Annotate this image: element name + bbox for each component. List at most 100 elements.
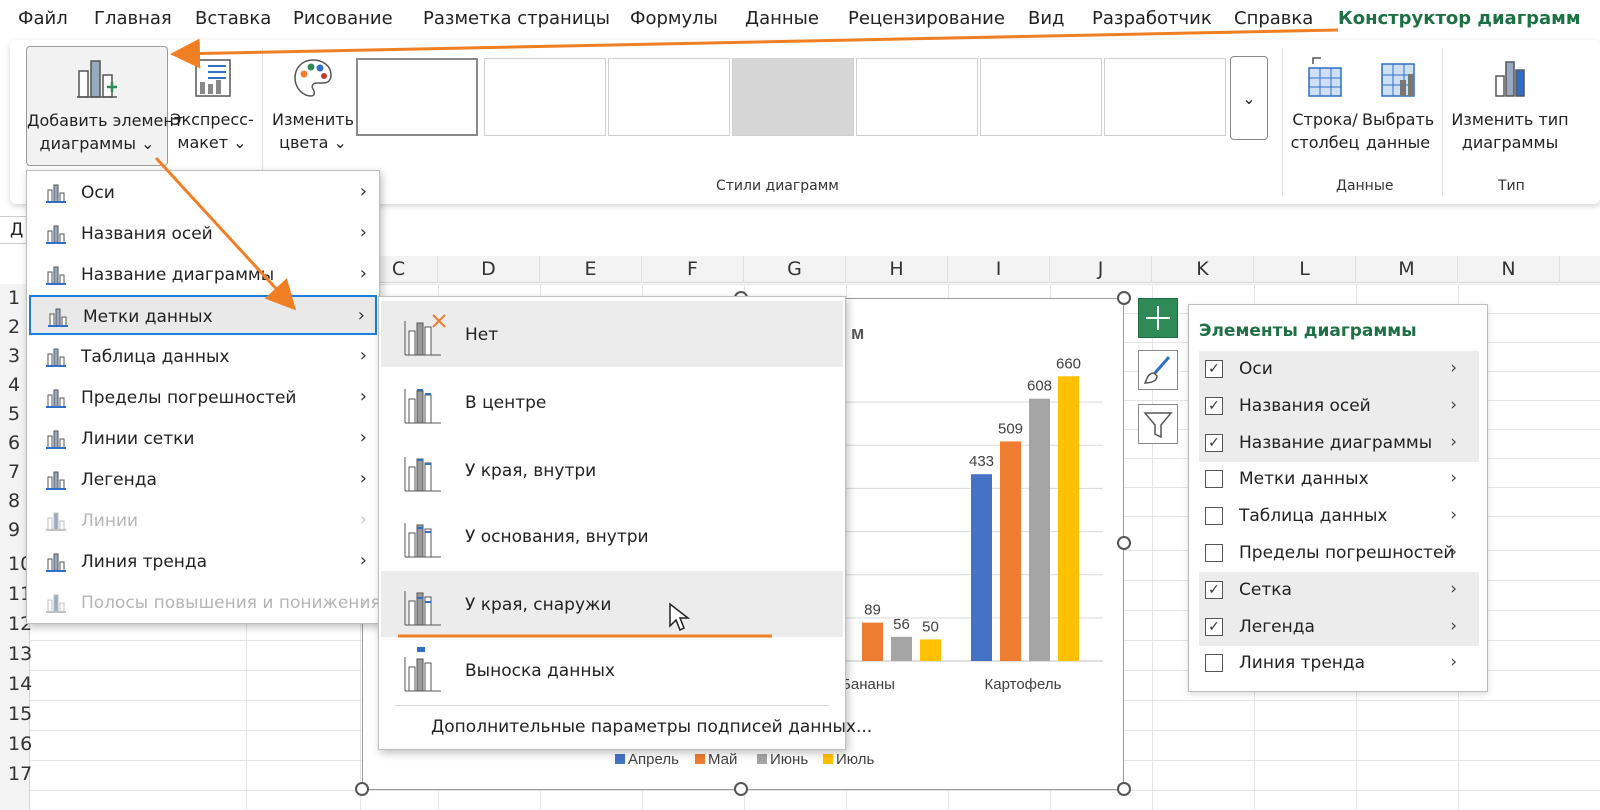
checked-checkbox[interactable]: ✓ bbox=[1205, 396, 1223, 415]
tab-review[interactable]: Рецензирование bbox=[848, 8, 1005, 29]
chart-resize-handle[interactable] bbox=[1117, 782, 1131, 796]
unchecked-checkbox[interactable] bbox=[1205, 544, 1223, 562]
column-header[interactable]: E bbox=[540, 256, 642, 283]
column-header[interactable]: L bbox=[1254, 256, 1356, 283]
chevron-right-icon: › bbox=[359, 427, 367, 448]
chart-element-label: Линия тренда bbox=[1239, 653, 1366, 674]
unchecked-checkbox[interactable] bbox=[1205, 470, 1223, 489]
chart-element-row[interactable]: ✓ Легенда › bbox=[1199, 608, 1479, 646]
change-colors-label-1: Изменить bbox=[272, 110, 354, 129]
tab-help[interactable]: Справка bbox=[1234, 8, 1313, 29]
change-colors-button[interactable]: Изменить цвета ⌄ bbox=[268, 46, 358, 166]
menu-item-axes[interactable]: Оси › bbox=[29, 173, 377, 213]
menu-item-trendline[interactable]: Линия тренда › bbox=[29, 542, 377, 582]
data-label-data-callout-icon bbox=[404, 647, 441, 692]
type-group-label: Тип bbox=[1498, 178, 1525, 194]
chart-data-label: 50 bbox=[922, 618, 939, 635]
chart-element-row[interactable]: Линия тренда › bbox=[1199, 645, 1479, 682]
chart-style-3[interactable] bbox=[608, 58, 730, 136]
data-labels-option-center[interactable]: В центре bbox=[381, 369, 843, 435]
chart-elements-panel: Элементы диаграммы ✓ Оси › ✓ Названия осей › ✓… bbox=[1188, 304, 1488, 692]
chart-style-2[interactable] bbox=[484, 58, 606, 136]
menu-item-error-bars[interactable]: Пределы погрешностей › bbox=[29, 378, 377, 418]
menu-item-legend[interactable]: Легенда › bbox=[29, 460, 377, 500]
tab-data[interactable]: Данные bbox=[745, 8, 819, 29]
checked-checkbox[interactable]: ✓ bbox=[1205, 433, 1223, 452]
chart-bar bbox=[920, 639, 941, 661]
add-chart-element-button[interactable]: Добавить элемент диаграммы ⌄ bbox=[26, 46, 183, 166]
menu-item-chart-title[interactable]: Название диаграммы › bbox=[29, 255, 377, 295]
menu-item-up-down-bars[interactable]: Полосы повышения и понижения › bbox=[29, 583, 381, 623]
row-header[interactable]: 15 bbox=[0, 700, 32, 729]
switch-row-column-button[interactable]: Строка/ столбец bbox=[1290, 46, 1360, 166]
change-chart-type-label-1: Изменить тип bbox=[1451, 110, 1569, 129]
palette-icon bbox=[294, 59, 332, 97]
column-header[interactable]: H bbox=[846, 256, 948, 283]
chart-style-7[interactable] bbox=[1104, 58, 1226, 136]
chart-styles-button[interactable] bbox=[1138, 350, 1178, 390]
chart-resize-handle[interactable] bbox=[1117, 536, 1131, 550]
checked-checkbox[interactable]: ✓ bbox=[1205, 617, 1223, 636]
chart-resize-handle[interactable] bbox=[355, 782, 369, 796]
chevron-right-icon: › bbox=[359, 263, 367, 284]
data-labels-option-data-callout[interactable]: Выноска данных bbox=[381, 637, 843, 703]
checked-checkbox[interactable]: ✓ bbox=[1205, 580, 1223, 599]
unchecked-checkbox[interactable] bbox=[1205, 654, 1223, 673]
column-header[interactable]: I bbox=[948, 256, 1050, 283]
row-header[interactable]: 13 bbox=[0, 640, 32, 669]
column-header[interactable]: M bbox=[1356, 256, 1458, 283]
tab-home[interactable]: Главная bbox=[94, 8, 172, 29]
tab-view[interactable]: Вид bbox=[1028, 8, 1065, 29]
tab-developer[interactable]: Разработчик bbox=[1092, 8, 1212, 29]
column-header[interactable]: G bbox=[744, 256, 846, 283]
column-header[interactable]: F bbox=[642, 256, 744, 283]
quick-layout-button[interactable]: Экспресс- макет ⌄ bbox=[170, 46, 254, 166]
chart-elements-button[interactable] bbox=[1138, 298, 1178, 338]
data-labels-submenu: Нет В центре У края, внутри У основания, вн… bbox=[378, 296, 872, 750]
tab-chart-design[interactable]: Конструктор диаграмм bbox=[1338, 8, 1581, 29]
unchecked-checkbox[interactable] bbox=[1205, 507, 1223, 526]
column-header[interactable]: J bbox=[1050, 256, 1152, 283]
chart-resize-handle[interactable] bbox=[1117, 291, 1131, 305]
tab-draw[interactable]: Рисование bbox=[293, 8, 393, 29]
tab-file[interactable]: Файл bbox=[18, 8, 68, 29]
tab-page-layout[interactable]: Разметка страницы bbox=[423, 8, 610, 29]
gallery-more-button[interactable]: ⌄ bbox=[1230, 56, 1268, 140]
row-header[interactable]: 17 bbox=[0, 760, 32, 789]
data-labels-option-inside-end[interactable]: У края, внутри bbox=[381, 437, 843, 503]
more-data-label-options[interactable]: Дополнительные параметры подписей данных… bbox=[431, 717, 872, 737]
checked-checkbox[interactable]: ✓ bbox=[1205, 360, 1223, 378]
menu-item-gridlines[interactable]: Линии сетки › bbox=[29, 419, 377, 459]
tab-insert[interactable]: Вставка bbox=[195, 8, 271, 29]
chart-style-1[interactable] bbox=[356, 58, 478, 136]
data-labels-option-inside-base[interactable]: У основания, внутри bbox=[381, 503, 843, 569]
data-labels-option-outside-end[interactable]: У края, снаружи bbox=[381, 571, 843, 637]
menu-item-axis-titles[interactable]: Названия осей › bbox=[29, 214, 377, 254]
chart-style-4[interactable] bbox=[732, 58, 854, 136]
menu-item-lines[interactable]: Линии › bbox=[29, 501, 377, 541]
row-header[interactable]: 14 bbox=[0, 670, 32, 699]
data-labels-icon bbox=[48, 308, 68, 327]
column-header[interactable]: N bbox=[1458, 256, 1560, 283]
chart-element-row[interactable]: Пределы погрешностей › bbox=[1199, 535, 1479, 572]
data-labels-option-none[interactable]: Нет bbox=[381, 301, 843, 367]
chart-filters-button[interactable] bbox=[1138, 404, 1178, 444]
legend-entry: Июль bbox=[836, 751, 874, 768]
column-header[interactable]: D bbox=[438, 256, 540, 283]
chart-element-row[interactable]: Таблица данных › bbox=[1199, 498, 1479, 535]
column-header[interactable]: K bbox=[1152, 256, 1254, 283]
chart-resize-handle[interactable] bbox=[734, 782, 748, 796]
row-header[interactable]: 16 bbox=[0, 730, 32, 759]
select-data-button[interactable]: Выбрать данные bbox=[1362, 46, 1434, 166]
chart-style-6[interactable] bbox=[980, 58, 1102, 136]
menu-item-data-table[interactable]: Таблица данных › bbox=[29, 337, 377, 377]
chart-element-row[interactable]: ✓ Названия осей › bbox=[1199, 387, 1479, 425]
chart-element-row[interactable]: ✓ Оси › bbox=[1199, 351, 1479, 388]
chart-style-5[interactable] bbox=[856, 58, 978, 136]
change-chart-type-button[interactable]: Изменить тип диаграммы bbox=[1450, 46, 1570, 166]
tab-formulas[interactable]: Формулы bbox=[630, 8, 718, 29]
menu-item-data-labels[interactable]: Метки данных › bbox=[29, 295, 377, 335]
chart-element-row[interactable]: Метки данных › bbox=[1199, 461, 1479, 498]
chart-element-row[interactable]: ✓ Сетка › bbox=[1199, 571, 1479, 609]
chart-element-row[interactable]: ✓ Название диаграммы › bbox=[1199, 424, 1479, 462]
